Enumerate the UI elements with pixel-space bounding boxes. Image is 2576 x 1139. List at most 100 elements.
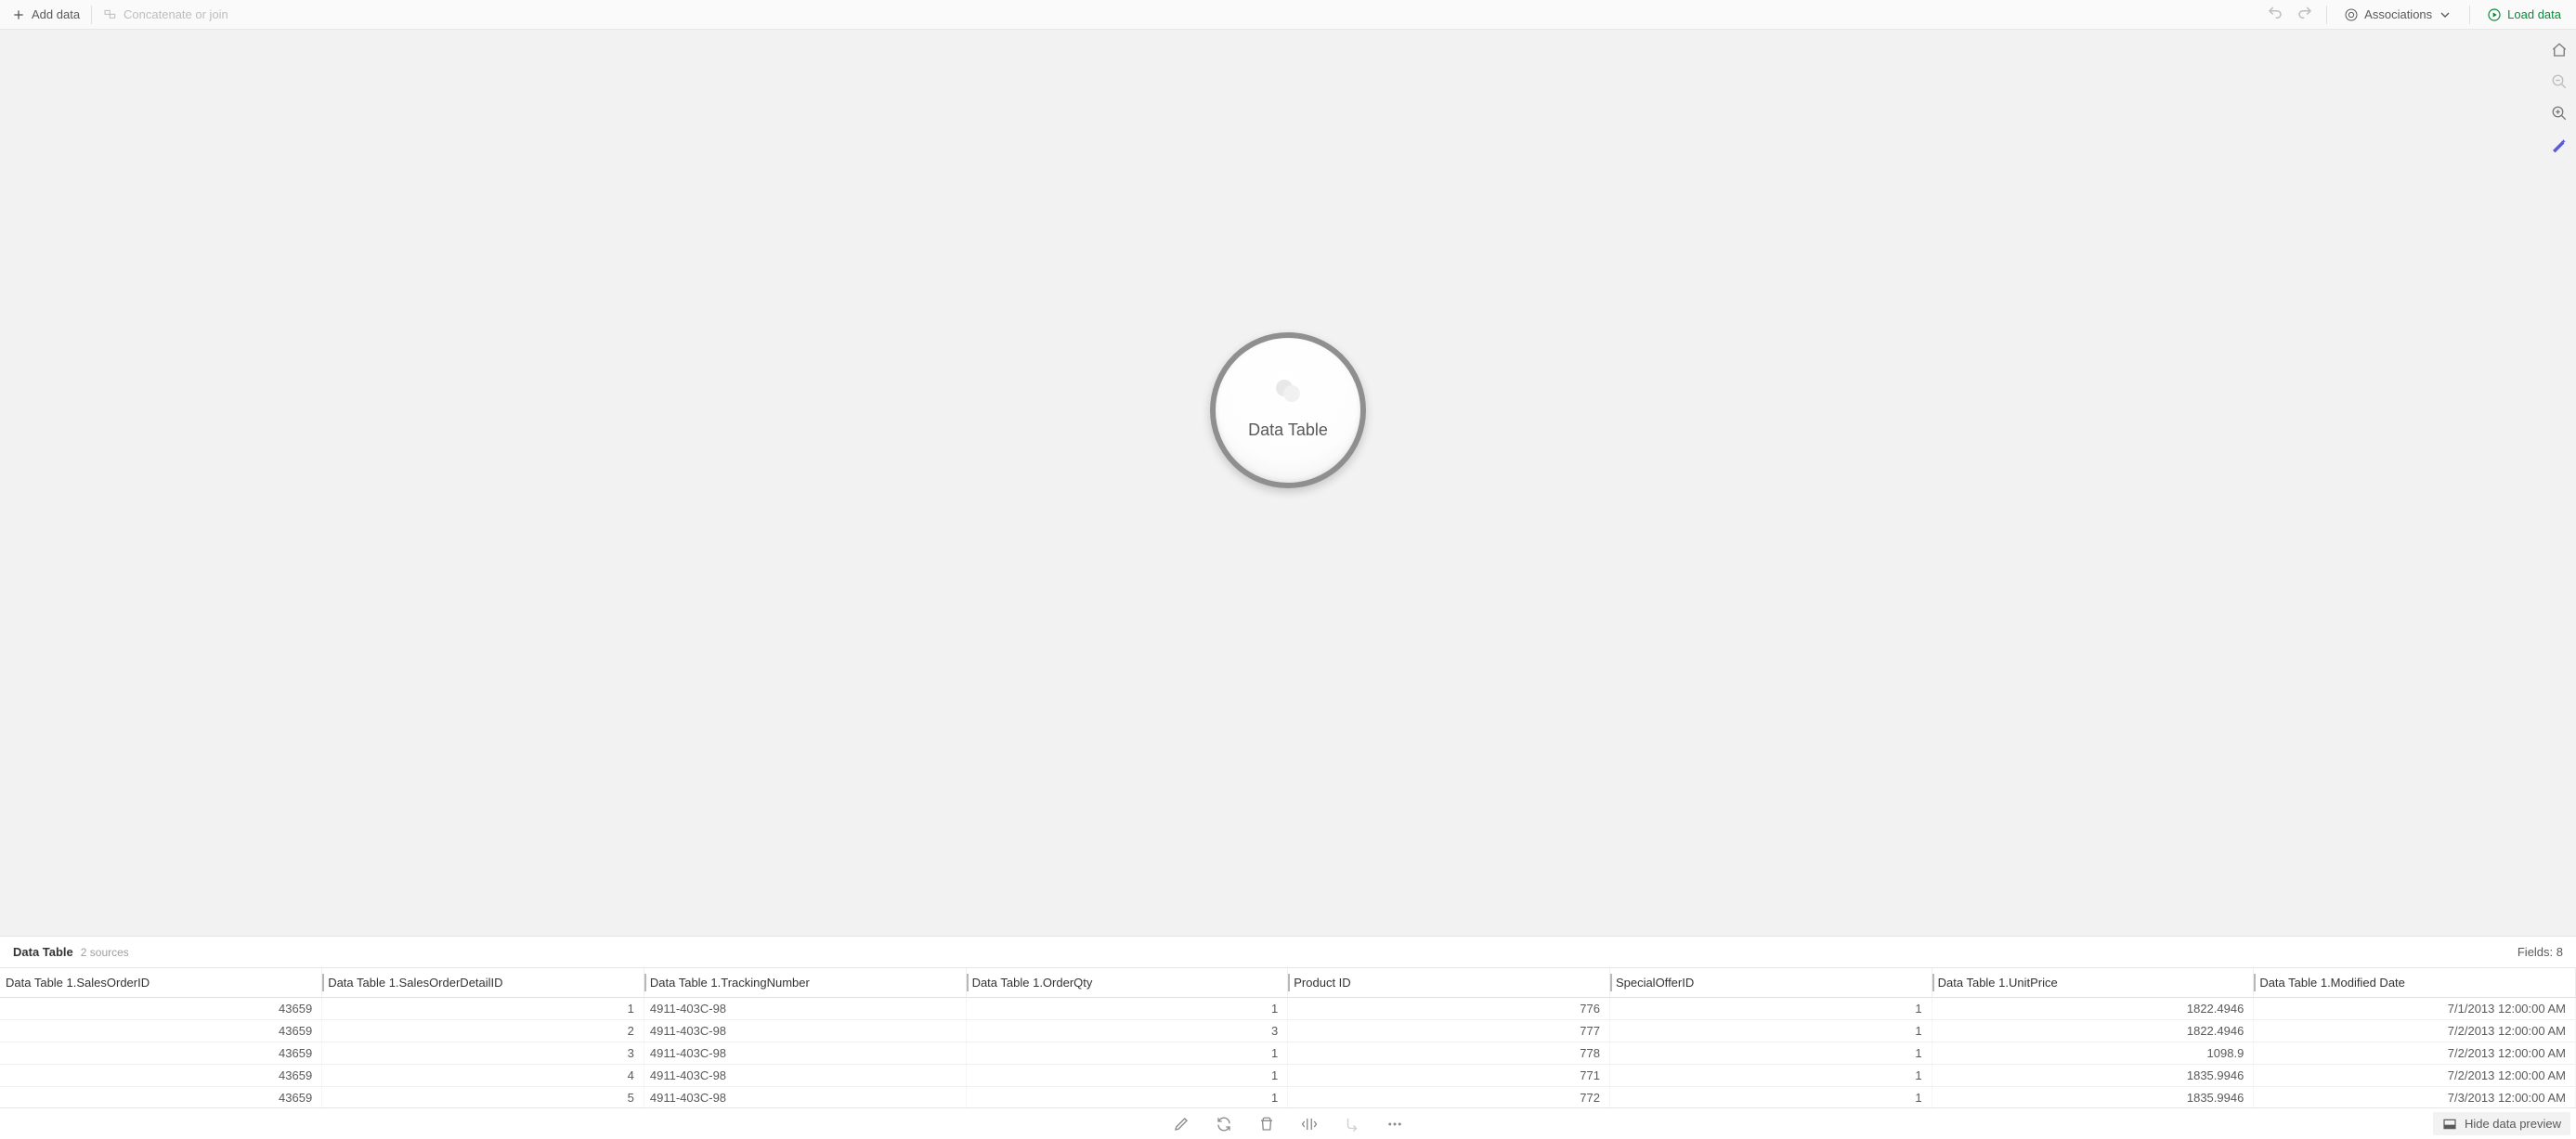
more-button[interactable] xyxy=(1386,1116,1403,1133)
table-cell: 1 xyxy=(966,1042,1288,1065)
pencil-icon xyxy=(1173,1116,1190,1133)
column-header[interactable]: Data Table 1.UnitPrice xyxy=(1932,968,2254,998)
table-cell: 772 xyxy=(1288,1087,1610,1108)
column-header[interactable]: Data Table 1.Modified Date xyxy=(2254,968,2576,998)
chevron-down-icon xyxy=(2438,7,2452,22)
home-button[interactable] xyxy=(2548,39,2570,61)
table-cell: 5 xyxy=(322,1087,644,1108)
magic-wand-button[interactable] xyxy=(2548,134,2570,156)
undo-button[interactable] xyxy=(2263,1,2287,28)
table-cell: 43659 xyxy=(0,1065,322,1087)
add-data-button[interactable]: Add data xyxy=(4,4,87,26)
column-header[interactable]: Data Table 1.SalesOrderDetailID xyxy=(322,968,644,998)
panel-bottom-icon xyxy=(2442,1117,2457,1132)
data-table-bubble[interactable]: Data Table xyxy=(1210,332,1366,488)
table-cell: 7/3/2013 12:00:00 AM xyxy=(2254,1087,2576,1108)
table-cell: 778 xyxy=(1288,1042,1610,1065)
table-cell: 1098.9 xyxy=(1932,1042,2254,1065)
table-cell: 7/2/2013 12:00:00 AM xyxy=(2254,1042,2576,1065)
concatenate-join-button: Concatenate or join xyxy=(96,4,236,26)
table-cell: 1 xyxy=(1609,1042,1932,1065)
table-cell: 4911-403C-98 xyxy=(644,1020,966,1042)
hide-data-preview-label: Hide data preview xyxy=(2465,1117,2561,1131)
table-cell: 43659 xyxy=(0,998,322,1020)
table-cell: 771 xyxy=(1288,1065,1610,1087)
load-data-label: Load data xyxy=(2507,7,2561,21)
column-header[interactable]: Data Table 1.TrackingNumber xyxy=(644,968,966,998)
more-horizontal-icon xyxy=(1386,1116,1403,1133)
table-cell: 4911-403C-98 xyxy=(644,998,966,1020)
unpivot-button xyxy=(1344,1116,1360,1133)
column-header[interactable]: Data Table 1.OrderQty xyxy=(966,968,1288,998)
table-cell: 1822.4946 xyxy=(1932,998,2254,1020)
footer-toolbar: Hide data preview xyxy=(0,1107,2576,1139)
canvas-side-tools xyxy=(2548,39,2570,156)
table-cell: 4911-403C-98 xyxy=(644,1042,966,1065)
hide-data-preview-button[interactable]: Hide data preview xyxy=(2433,1112,2570,1135)
zoom-in-button[interactable] xyxy=(2548,102,2570,124)
table-cell: 1 xyxy=(1609,1020,1932,1042)
magic-wand-icon xyxy=(2551,136,2568,153)
table-row[interactable]: 4365914911-403C-98177611822.49467/1/2013… xyxy=(0,998,2576,1020)
plus-icon xyxy=(11,7,26,22)
redo-button[interactable] xyxy=(2293,1,2317,28)
preview-sources: 2 sources xyxy=(81,946,129,959)
table-cell: 1 xyxy=(1609,1087,1932,1108)
canvas-area[interactable]: Data Table xyxy=(0,30,2576,937)
table-cell: 1 xyxy=(966,1087,1288,1108)
trash-icon xyxy=(1258,1116,1275,1133)
toolbar-separator xyxy=(2469,6,2470,24)
associations-label: Associations xyxy=(2364,7,2432,21)
refresh-icon xyxy=(1216,1116,1232,1133)
toolbar-separator xyxy=(2326,6,2327,24)
table-row[interactable]: 4365944911-403C-98177111835.99467/2/2013… xyxy=(0,1065,2576,1087)
table-row[interactable]: 4365954911-403C-98177211835.99467/3/2013… xyxy=(0,1087,2576,1108)
table-cell: 4 xyxy=(322,1065,644,1087)
undo-icon xyxy=(2267,5,2283,21)
table-cell: 43659 xyxy=(0,1020,322,1042)
zoom-out-icon xyxy=(2551,73,2568,90)
play-circle-icon xyxy=(2487,7,2502,22)
zoom-out-button[interactable] xyxy=(2548,71,2570,93)
table-row[interactable]: 4365934911-403C-98177811098.97/2/2013 12… xyxy=(0,1042,2576,1065)
redo-icon xyxy=(2296,5,2313,21)
concatenate-join-label: Concatenate or join xyxy=(124,7,228,21)
toolbar-separator xyxy=(91,6,92,24)
table-row[interactable]: 4365924911-403C-98377711822.49467/2/2013… xyxy=(0,1020,2576,1042)
table-cell: 1 xyxy=(1609,998,1932,1020)
table-cell: 1822.4946 xyxy=(1932,1020,2254,1042)
home-icon xyxy=(2551,42,2568,58)
load-data-button[interactable]: Load data xyxy=(2479,4,2572,26)
bubble-overlap-icon xyxy=(1276,380,1300,404)
table-cell: 1835.9946 xyxy=(1932,1065,2254,1087)
edit-button[interactable] xyxy=(1173,1116,1190,1133)
table-cell: 777 xyxy=(1288,1020,1610,1042)
table-cell: 1 xyxy=(322,998,644,1020)
table-cell: 776 xyxy=(1288,998,1610,1020)
table-cell: 3 xyxy=(322,1042,644,1065)
add-data-label: Add data xyxy=(32,7,80,21)
table-cell: 1 xyxy=(1609,1065,1932,1087)
table-cell: 43659 xyxy=(0,1042,322,1065)
data-preview-grid[interactable]: Data Table 1.SalesOrderIDData Table 1.Sa… xyxy=(0,968,2576,1107)
preview-title: Data Table xyxy=(13,945,73,959)
table-cell: 1 xyxy=(966,1065,1288,1087)
preview-fields-count: Fields: 8 xyxy=(2517,945,2563,959)
table-cell: 1 xyxy=(966,998,1288,1020)
zoom-in-icon xyxy=(2551,105,2568,122)
delete-button[interactable] xyxy=(1258,1116,1275,1133)
split-button[interactable] xyxy=(1301,1116,1318,1133)
split-icon xyxy=(1301,1116,1318,1133)
bubble-label: Data Table xyxy=(1248,421,1328,440)
associations-button[interactable]: Associations xyxy=(2336,4,2460,26)
table-cell: 7/1/2013 12:00:00 AM xyxy=(2254,998,2576,1020)
associations-icon xyxy=(2344,7,2359,22)
column-header[interactable]: Product ID xyxy=(1288,968,1610,998)
column-header[interactable]: Data Table 1.SalesOrderID xyxy=(0,968,322,998)
table-cell: 43659 xyxy=(0,1087,322,1108)
column-header[interactable]: SpecialOfferID xyxy=(1609,968,1932,998)
table-cell: 4911-403C-98 xyxy=(644,1087,966,1108)
grid-header-row: Data Table 1.SalesOrderIDData Table 1.Sa… xyxy=(0,968,2576,998)
preview-header: Data Table 2 sources Fields: 8 xyxy=(0,937,2576,968)
refresh-button[interactable] xyxy=(1216,1116,1232,1133)
